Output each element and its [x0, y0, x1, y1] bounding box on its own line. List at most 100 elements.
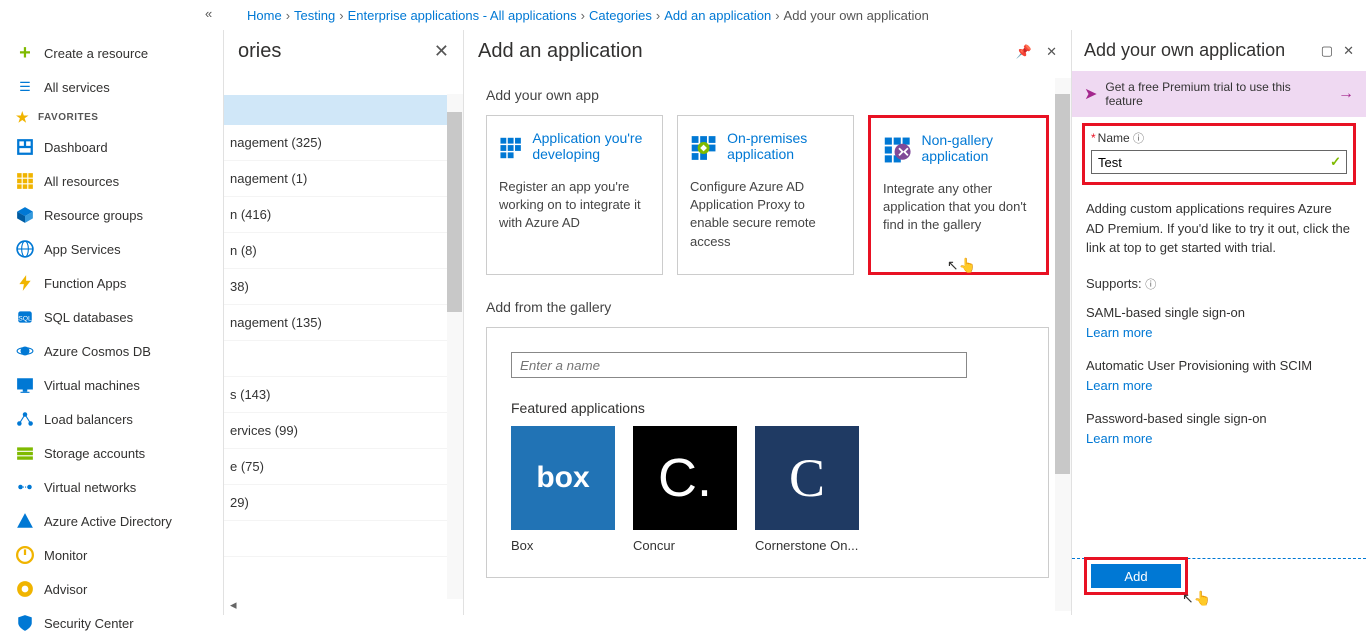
category-row[interactable]: 38) [224, 269, 463, 305]
crumb-testing[interactable]: Testing [294, 8, 335, 23]
add-application-panel: Add an application 📌 ✕ Add your own app … [464, 30, 1072, 615]
close-own-panel-icon[interactable]: ✕ [1343, 43, 1354, 59]
svg-text:SQL: SQL [18, 315, 32, 322]
sidebar-item-function-apps[interactable]: Function Apps [0, 266, 223, 300]
sidebar-item-storage-accounts[interactable]: Storage accounts [0, 436, 223, 470]
sidebar-item-cosmos-db[interactable]: Azure Cosmos DB [0, 334, 223, 368]
crumb-home[interactable]: Home [247, 8, 282, 23]
gallery-search-input[interactable] [511, 352, 967, 378]
app-dev-icon [499, 130, 522, 166]
list-icon: ☰ [16, 78, 34, 96]
app-panel-scrollbar[interactable] [1055, 78, 1071, 611]
add-button-highlight: Add [1084, 557, 1188, 595]
tile-cornerstone[interactable]: C Cornerstone On... [755, 426, 859, 553]
learn-more-saml[interactable]: Learn more [1086, 323, 1352, 343]
sidebar-item-virtual-networks[interactable]: Virtual networks [0, 470, 223, 504]
sql-icon: SQL [16, 308, 34, 326]
sidebar-item-virtual-machines[interactable]: Virtual machines [0, 368, 223, 402]
sidebar-item-monitor[interactable]: Monitor [0, 538, 223, 572]
learn-more-password[interactable]: Learn more [1086, 429, 1352, 449]
sidebar-item-app-services[interactable]: App Services [0, 232, 223, 266]
own-app-description: Adding custom applications requires Azur… [1086, 199, 1352, 258]
close-categories-icon[interactable]: ✕ [434, 41, 449, 62]
category-row[interactable]: nagement (325) [224, 125, 463, 161]
info-icon[interactable]: ⓘ [1145, 279, 1156, 291]
favorites-header: FAVORITES [0, 104, 223, 130]
crumb-current: Add your own application [784, 8, 929, 23]
lb-icon [16, 410, 34, 428]
sidebar-item-aad[interactable]: Azure Active Directory [0, 504, 223, 538]
storage-icon [16, 444, 34, 462]
learn-more-scim[interactable]: Learn more [1086, 376, 1352, 396]
arrow-right-icon: → [1338, 85, 1354, 103]
vnet-icon [16, 478, 34, 496]
category-row[interactable] [224, 341, 463, 377]
category-row[interactable]: nagement (1) [224, 161, 463, 197]
sidebar-item-dashboard[interactable]: Dashboard [0, 130, 223, 164]
support-password: Password-based single sign-on Learn more [1086, 409, 1352, 448]
categories-panel: ories ✕ nagement (325) nagement (1) n (4… [224, 30, 464, 615]
rocket-icon: ➤ [1084, 84, 1097, 104]
monitor-icon [16, 546, 34, 564]
category-selected-row[interactable] [224, 95, 463, 125]
add-button[interactable]: Add [1091, 564, 1181, 588]
category-row[interactable]: n (416) [224, 197, 463, 233]
category-row[interactable] [224, 521, 463, 557]
name-label: *Name ⓘ [1091, 130, 1347, 146]
name-field-group: *Name ⓘ ✓ [1082, 123, 1356, 185]
name-input[interactable] [1091, 150, 1347, 174]
support-saml: SAML-based single sign-on Learn more [1086, 303, 1352, 342]
shield-icon [16, 614, 34, 632]
card-non-gallery[interactable]: Non-gallery application Integrate any ot… [868, 115, 1049, 275]
crumb-categories[interactable]: Categories [589, 8, 652, 23]
tile-box[interactable]: box Box [511, 426, 615, 553]
category-row[interactable]: ervices (99) [224, 413, 463, 449]
collapse-sidebar-icon[interactable]: « [205, 6, 212, 21]
add-own-app-heading: Add your own app [486, 87, 1049, 103]
pin-icon[interactable]: 📌 [1016, 44, 1032, 60]
category-row[interactable]: nagement (135) [224, 305, 463, 341]
scroll-left-icon[interactable]: ◂ [230, 597, 237, 613]
support-scim: Automatic User Provisioning with SCIM Le… [1086, 356, 1352, 395]
dashboard-icon [16, 138, 34, 156]
own-app-title: Add your own application [1084, 40, 1285, 61]
cornerstone-logo-icon: C [755, 426, 859, 530]
sidebar-item-sql-databases[interactable]: SQLSQL databases [0, 300, 223, 334]
maximize-icon[interactable]: ▢ [1321, 43, 1333, 59]
category-row[interactable]: s (143) [224, 377, 463, 413]
nongallery-icon [883, 132, 911, 168]
sidebar-item-security-center[interactable]: Security Center [0, 606, 223, 640]
add-application-title: Add an application [478, 40, 643, 63]
create-resource-label: Create a resource [44, 46, 148, 61]
create-resource-button[interactable]: + Create a resource [0, 36, 223, 70]
close-app-panel-icon[interactable]: ✕ [1046, 44, 1057, 60]
aad-icon [16, 512, 34, 530]
category-row[interactable]: 29) [224, 485, 463, 521]
own-application-panel: Add your own application ▢ ✕ ➤ Get a fre… [1072, 30, 1366, 615]
premium-trial-banner[interactable]: ➤ Get a free Premium trial to use this f… [1072, 71, 1366, 117]
all-services-button[interactable]: ☰ All services [0, 70, 223, 104]
crumb-add-app[interactable]: Add an application [664, 8, 771, 23]
supports-label: Supports: ⓘ [1086, 274, 1352, 294]
categories-scrollbar[interactable] [447, 94, 463, 599]
crumb-enterprise[interactable]: Enterprise applications - All applicatio… [348, 8, 577, 23]
cube-icon [16, 206, 34, 224]
category-row[interactable]: n (8) [224, 233, 463, 269]
sidebar-item-advisor[interactable]: Advisor [0, 572, 223, 606]
featured-heading: Featured applications [511, 400, 1024, 416]
category-row[interactable]: e (75) [224, 449, 463, 485]
concur-logo-icon: C. [633, 426, 737, 530]
plus-icon: + [16, 44, 34, 62]
cursor-icon: ↖👆 [1182, 590, 1211, 607]
globe-icon [16, 240, 34, 258]
info-icon[interactable]: ⓘ [1133, 133, 1144, 145]
grid-icon [16, 172, 34, 190]
card-on-premises[interactable]: On-premises application Configure Azure … [677, 115, 854, 275]
bolt-icon [16, 274, 34, 292]
all-services-label: All services [44, 80, 110, 95]
card-app-developing[interactable]: Application you're developing Register a… [486, 115, 663, 275]
sidebar-item-all-resources[interactable]: All resources [0, 164, 223, 198]
sidebar-item-resource-groups[interactable]: Resource groups [0, 198, 223, 232]
sidebar-item-load-balancers[interactable]: Load balancers [0, 402, 223, 436]
tile-concur[interactable]: C. Concur [633, 426, 737, 553]
